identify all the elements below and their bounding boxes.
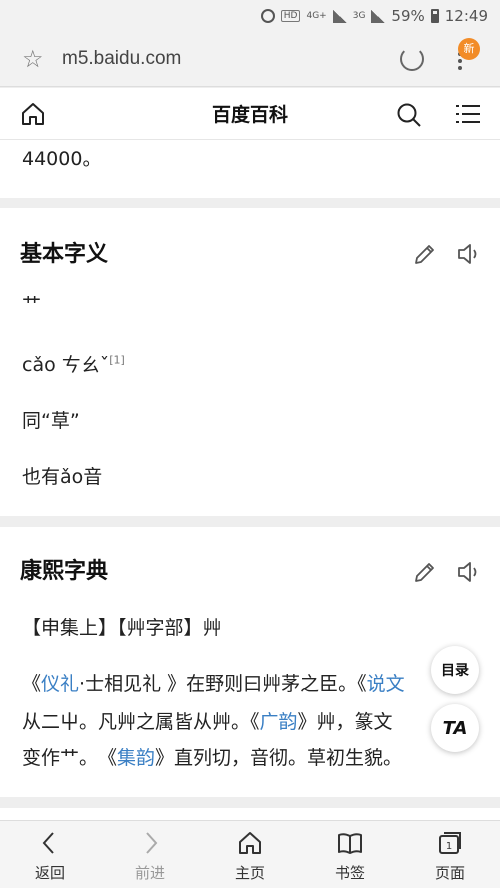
ta-button[interactable]: TA [431, 704, 479, 752]
new-badge: 新 [458, 38, 480, 60]
home-nav-button[interactable]: 主页 [200, 821, 300, 888]
network-3g-label: 3G [352, 11, 366, 21]
link-yili[interactable]: 仪礼 [41, 673, 79, 695]
link-shuowen[interactable]: 说文 [367, 673, 405, 695]
home-icon [239, 832, 261, 854]
bookmarks-button[interactable]: 书签 [300, 821, 400, 888]
edit-pencil-icon[interactable] [412, 559, 438, 585]
browser-url-bar: ☆ m5.baidu.com [0, 32, 500, 87]
section-basic-meaning: 基本字义 艹 cǎo ㄘㄠˇ[1] 同“草” 也有ǎo音 [0, 208, 500, 516]
search-icon[interactable] [396, 102, 422, 128]
section-kangxi: 康熙字典 【申集上】【艸字部】艸 《仪礼·士相见礼 》在野则曰艸茅之臣。《说文 … [0, 527, 500, 797]
back-button[interactable]: 返回 [0, 821, 100, 888]
bookmarks-label: 书签 [334, 864, 365, 882]
pages-button[interactable]: 1 页面 [400, 821, 500, 888]
home-label: 主页 [234, 864, 265, 882]
forward-button[interactable]: 前进 [100, 821, 200, 888]
top-text: 44000。 [22, 148, 102, 170]
link-jiyun[interactable]: 集韵 [117, 747, 155, 769]
toc-button[interactable]: 目录 [431, 646, 479, 694]
content-card-top: 44000。 [0, 140, 500, 198]
battery-icon [430, 9, 439, 23]
speaker-icon[interactable] [456, 559, 482, 585]
back-arrow-icon [42, 832, 54, 854]
pages-icon: 1 [439, 832, 461, 854]
link-guangyun[interactable]: 广韵 [260, 711, 298, 733]
list-menu-icon[interactable] [455, 102, 481, 126]
character: 艹 [22, 294, 42, 316]
signal-icon [332, 9, 347, 23]
page-title: 百度百科 [211, 104, 288, 126]
meaning-line: 同“草” [22, 410, 80, 432]
clock: 12:49 [444, 7, 488, 25]
page-header: 百度百科 [0, 88, 500, 140]
alarm-icon [260, 9, 275, 23]
edit-pencil-icon[interactable] [412, 241, 438, 267]
hd-badge: HD [280, 10, 301, 22]
star-icon[interactable]: ☆ [22, 46, 48, 72]
forward-arrow-icon [146, 832, 158, 854]
network-4g-label: 4G+ [306, 11, 327, 21]
forward-label: 前进 [134, 864, 165, 882]
pages-label: 页面 [434, 864, 465, 882]
signal-icon-2 [371, 9, 386, 23]
status-bar: HD 4G+ 3G 59% 12:49 [0, 0, 500, 32]
bottom-navigation: 返回 前进 主页 书签 1 页面 [0, 820, 500, 888]
kangxi-paragraph-line-1: 《仪礼·士相见礼 》在野则曰艸茅之臣。《说文 [22, 673, 405, 695]
battery-percent: 59% [391, 7, 425, 25]
kangxi-line: 【申集上】【艸字部】艸 [22, 617, 222, 639]
section-heading: 基本字义 [20, 242, 109, 267]
back-label: 返回 [34, 864, 65, 882]
reference-link[interactable]: [1] [109, 354, 125, 367]
kangxi-paragraph-line-2: 从二屮。凡艸之属皆从艸。《广韵》艸，篆文 [22, 711, 393, 733]
kangxi-paragraph-line-3: 变作艹。 《集韵》直列切，音彻。草初生貌。 [22, 747, 403, 769]
book-icon [338, 833, 362, 854]
reload-icon[interactable] [400, 47, 424, 71]
section-heading: 康熙字典 [20, 559, 109, 584]
meaning-line-2: 也有ǎo音 [22, 466, 103, 488]
pinyin-line: cǎo ㄘㄠˇ[1] [22, 350, 125, 377]
pinyin: cǎo ㄘㄠˇ [22, 354, 110, 376]
pages-count: 1 [446, 841, 452, 852]
speaker-icon[interactable] [456, 241, 482, 267]
url-text[interactable]: m5.baidu.com [62, 48, 181, 70]
